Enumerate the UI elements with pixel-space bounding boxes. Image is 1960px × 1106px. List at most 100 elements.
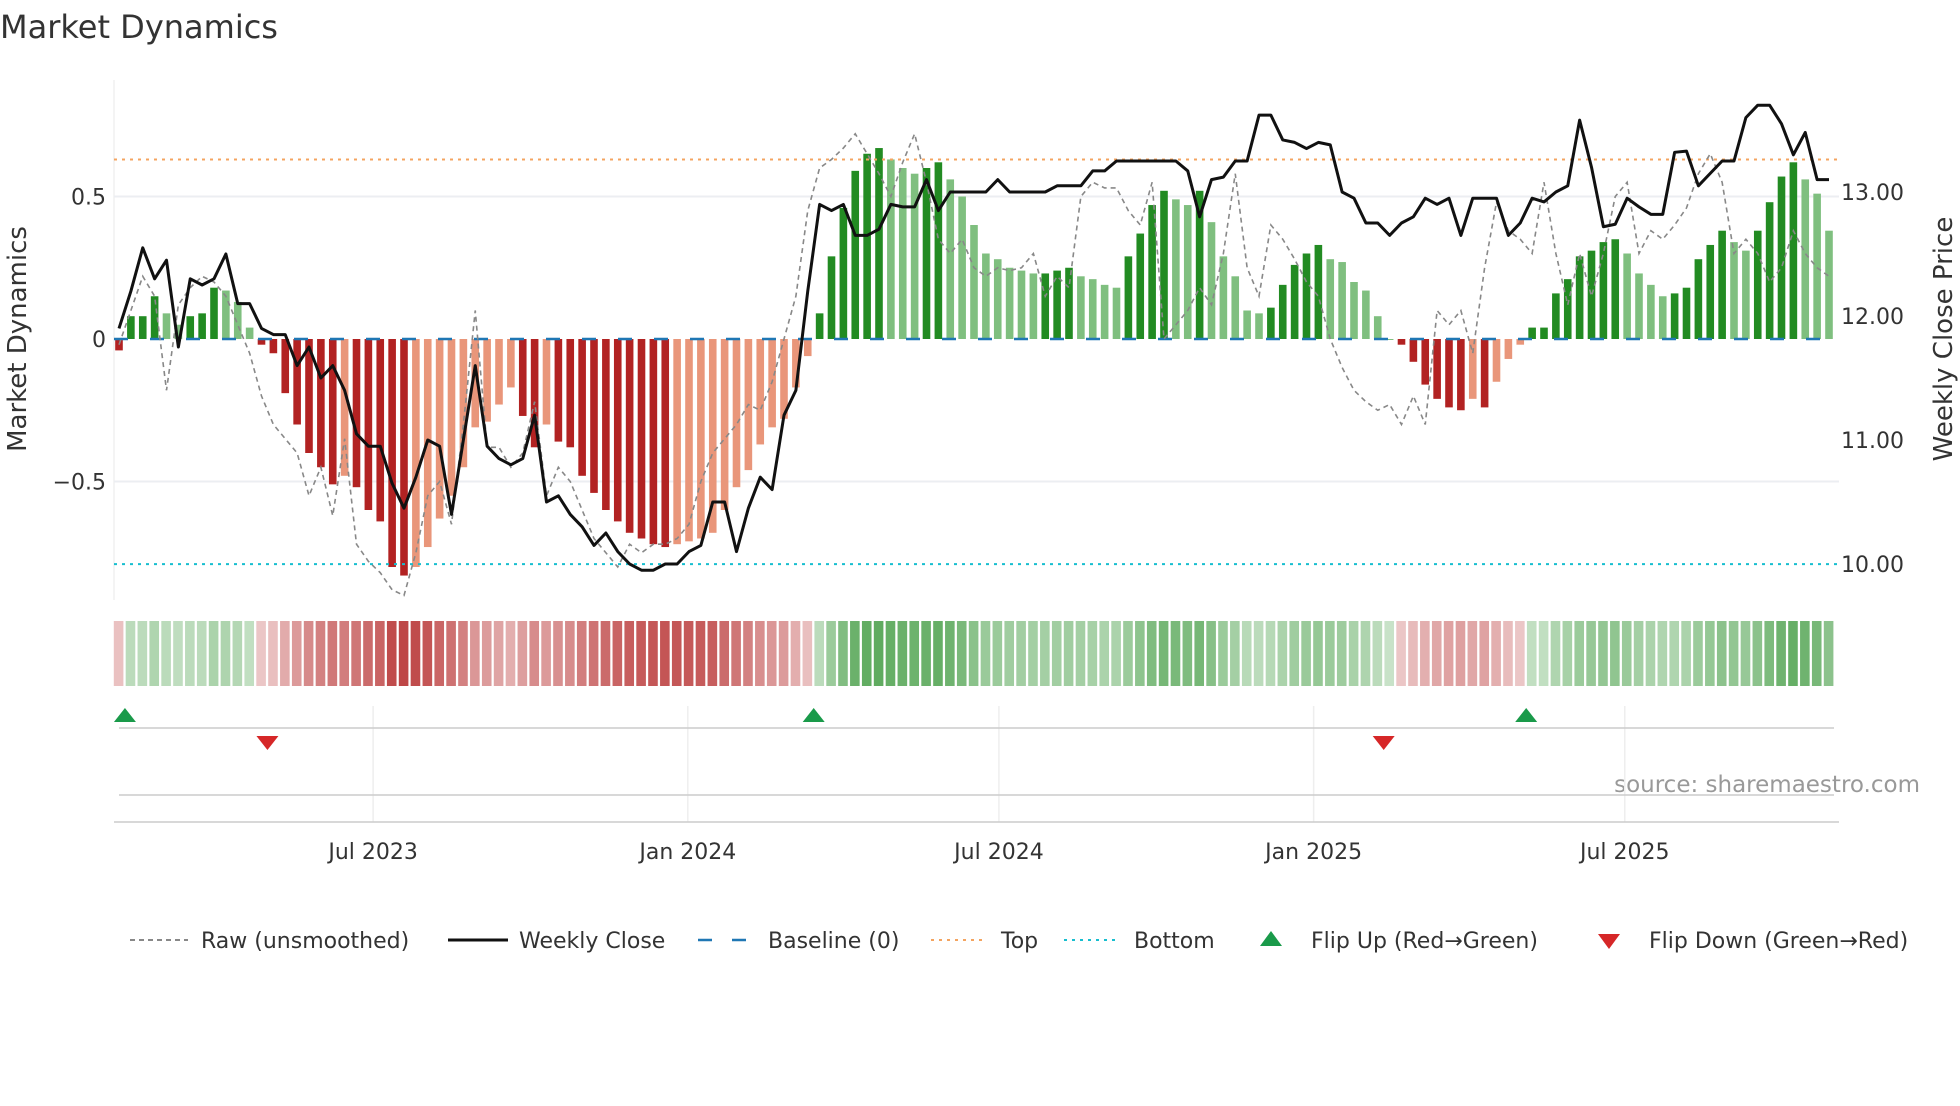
- heatmap-cell: [1206, 621, 1216, 686]
- x-tick-label: Jan 2025: [1263, 840, 1362, 865]
- momentum-bar: [507, 339, 515, 388]
- heatmap-cell: [173, 621, 183, 686]
- heatmap-cell: [517, 621, 528, 686]
- momentum-bar: [982, 253, 990, 339]
- legend-flip-down-icon: [1598, 934, 1620, 949]
- momentum-bar: [138, 316, 147, 339]
- heatmap-cell: [529, 621, 540, 686]
- heatmap-cell: [1063, 621, 1074, 686]
- momentum-bar: [186, 316, 195, 339]
- momentum-bar: [1077, 276, 1085, 339]
- momentum-bar: [1231, 276, 1240, 339]
- momentum-bar: [412, 339, 420, 567]
- heatmap-cell: [1099, 621, 1110, 686]
- momentum-bar: [222, 290, 230, 339]
- momentum-bar: [1789, 162, 1798, 339]
- heatmap-cell: [1420, 621, 1430, 686]
- heatmap-cell: [1230, 621, 1240, 686]
- momentum-bar: [1730, 242, 1738, 339]
- heatmap-cell: [850, 621, 860, 686]
- heatmap-cell: [280, 621, 290, 686]
- momentum-bar: [970, 225, 978, 339]
- heatmap-cell: [541, 621, 551, 686]
- momentum-bar: [1694, 259, 1703, 339]
- momentum-bar: [637, 339, 646, 539]
- momentum-bar: [281, 339, 290, 394]
- heatmap-cell: [1135, 621, 1145, 686]
- heatmap-cell: [1610, 621, 1620, 686]
- heatmap-cell: [1301, 621, 1311, 686]
- momentum-bar: [673, 339, 681, 545]
- raw-line: [118, 131, 1830, 597]
- momentum-bar: [934, 162, 943, 339]
- heatmap-cell: [1443, 621, 1454, 686]
- heatmap-cell: [1562, 621, 1573, 686]
- momentum-bar: [1267, 307, 1275, 339]
- heatmap-cell: [838, 621, 848, 686]
- heatmap-cell: [339, 621, 350, 686]
- legend-flip-up-icon: [1260, 931, 1282, 946]
- momentum-bar: [1421, 339, 1430, 385]
- momentum-bar: [827, 256, 836, 339]
- heatmap-cell: [1776, 621, 1786, 686]
- momentum-bar: [1255, 313, 1263, 339]
- momentum-bar: [993, 259, 1002, 339]
- momentum-bar: [1029, 273, 1038, 339]
- momentum-bar: [210, 287, 218, 339]
- momentum-bar: [803, 339, 812, 357]
- heatmap-cell: [1146, 621, 1157, 686]
- momentum-bar: [388, 339, 396, 567]
- momentum-bar: [1587, 250, 1596, 339]
- momentum-bar: [839, 207, 848, 339]
- heatmap-cell: [1681, 621, 1691, 686]
- momentum-bar: [1647, 284, 1655, 339]
- momentum-bar: [1528, 327, 1536, 339]
- heatmap-cell: [458, 621, 468, 686]
- heatmap-cell: [565, 621, 575, 686]
- momentum-bar: [732, 339, 741, 488]
- momentum-bar: [1682, 287, 1691, 339]
- momentum-bar: [1552, 293, 1560, 339]
- momentum-bar: [1183, 205, 1192, 339]
- momentum-bar: [875, 148, 883, 339]
- heatmap-cell: [1705, 621, 1715, 686]
- heatmap-cell: [731, 621, 741, 686]
- heatmap-cell: [826, 621, 836, 686]
- momentum-bar: [1480, 339, 1489, 408]
- momentum-bar: [1088, 279, 1097, 339]
- heatmap-cell: [1004, 621, 1015, 686]
- heatmap-cell: [897, 621, 908, 686]
- heatmap-cell: [1740, 621, 1751, 686]
- momentum-bar: [1765, 202, 1774, 339]
- heatmap-cell: [1265, 621, 1276, 686]
- heatmap-cell: [1348, 621, 1359, 686]
- heatmap-cell: [244, 621, 255, 686]
- heatmap-cell: [1586, 621, 1596, 686]
- momentum-bar: [495, 339, 503, 405]
- momentum-bar: [328, 339, 337, 485]
- momentum-bar: [162, 313, 171, 339]
- heatmap-cell: [196, 621, 207, 686]
- momentum-bar: [1065, 267, 1073, 339]
- x-tick-label: Jul 2025: [1578, 840, 1670, 865]
- heatmap-cell: [1087, 621, 1098, 686]
- x-tick-label: Jan 2024: [637, 840, 736, 865]
- heatmap-cell: [600, 621, 611, 686]
- momentum-bar: [566, 339, 575, 448]
- y2-tick-label: 12.00: [1841, 305, 1904, 330]
- heatmap-cell: [802, 621, 813, 686]
- heatmap-cell: [1621, 621, 1632, 686]
- legend-label: Bottom: [1134, 929, 1215, 954]
- momentum-bar: [685, 339, 693, 542]
- heatmap-cell: [386, 621, 397, 686]
- momentum-bar: [1290, 264, 1299, 339]
- flip-up-marker: [802, 708, 825, 722]
- momentum-bar: [1112, 287, 1121, 339]
- heatmap-cell: [481, 621, 492, 686]
- momentum-bar: [364, 339, 373, 510]
- heatmap-cell: [921, 621, 931, 686]
- heatmap-cell: [1669, 621, 1680, 686]
- heatmap-cell: [1158, 621, 1169, 686]
- heatmap-cell: [137, 621, 148, 686]
- momentum-bar: [1540, 327, 1548, 339]
